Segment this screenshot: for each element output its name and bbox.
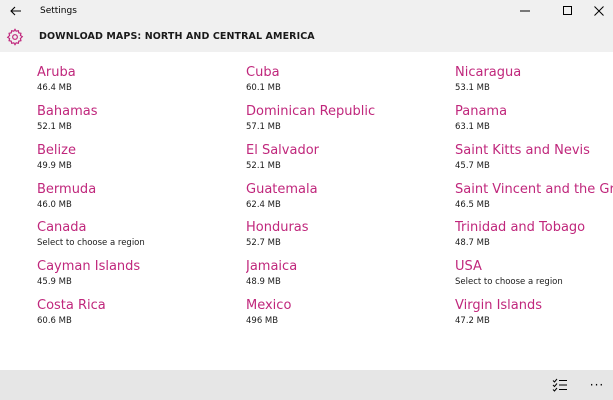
download-size: 45.7 MB	[455, 161, 490, 171]
country-name: Aruba	[37, 65, 76, 80]
more-button[interactable]: ···	[585, 374, 609, 396]
select-list-icon	[552, 378, 567, 392]
country-name: Guatemala	[246, 182, 318, 197]
minimize-button[interactable]	[511, 0, 539, 22]
list-item-costa-rica[interactable]: Costa Rica 60.6 MB	[37, 298, 205, 334]
country-name: El Salvador	[246, 143, 319, 158]
list-item-panama[interactable]: Panama 63.1 MB	[455, 104, 613, 140]
list-item-jamaica[interactable]: Jamaica 48.9 MB	[246, 259, 414, 295]
country-name: Cuba	[246, 65, 280, 80]
list-item-bahamas[interactable]: Bahamas 52.1 MB	[37, 104, 205, 140]
list-item-virgin-islands[interactable]: Virgin Islands 47.2 MB	[455, 298, 613, 334]
download-size: 57.1 MB	[246, 122, 281, 132]
country-name: Canada	[37, 220, 87, 235]
country-list: Aruba 46.4 MB Bahamas 52.1 MB Belize 49.…	[0, 52, 613, 370]
page-header: DOWNLOAD MAPS: NORTH AND CENTRAL AMERICA	[0, 22, 613, 52]
list-item-aruba[interactable]: Aruba 46.4 MB	[37, 65, 205, 101]
list-item-guatemala[interactable]: Guatemala 62.4 MB	[246, 182, 414, 218]
minimize-icon	[520, 10, 530, 12]
country-name: Bermuda	[37, 182, 97, 197]
download-size: 52.7 MB	[246, 238, 281, 248]
list-item-trinidad-and-tobago[interactable]: Trinidad and Tobago 48.7 MB	[455, 220, 613, 256]
list-item-cuba[interactable]: Cuba 60.1 MB	[246, 65, 414, 101]
country-name: Dominican Republic	[246, 104, 376, 119]
list-item-saint-vincent[interactable]: Saint Vincent and the Gr… 46.5 MB	[455, 182, 613, 218]
country-name: Virgin Islands	[455, 298, 543, 313]
gear-icon	[6, 28, 24, 46]
country-name: Panama	[455, 104, 508, 119]
region-hint: Select to choose a region	[37, 238, 145, 248]
close-icon	[594, 6, 604, 16]
select-button[interactable]	[548, 374, 572, 396]
country-name: Costa Rica	[37, 298, 106, 313]
download-size: 53.1 MB	[455, 83, 490, 93]
download-size: 46.0 MB	[37, 200, 72, 210]
download-size: 47.2 MB	[455, 316, 490, 326]
country-name: USA	[455, 259, 482, 274]
list-item-mexico[interactable]: Mexico 496 MB	[246, 298, 414, 334]
country-name: Saint Kitts and Nevis	[455, 143, 590, 158]
list-item-usa[interactable]: USA Select to choose a region	[455, 259, 613, 295]
download-size: 45.9 MB	[37, 277, 72, 287]
list-item-belize[interactable]: Belize 49.9 MB	[37, 143, 205, 179]
download-size: 60.6 MB	[37, 316, 72, 326]
download-size: 496 MB	[246, 316, 279, 326]
list-item-saint-kitts-and-nevis[interactable]: Saint Kitts and Nevis 45.7 MB	[455, 143, 613, 179]
download-size: 62.4 MB	[246, 200, 281, 210]
back-button[interactable]	[0, 0, 32, 22]
download-size: 46.4 MB	[37, 83, 72, 93]
country-name: Mexico	[246, 298, 292, 313]
maximize-button[interactable]	[554, 0, 582, 22]
list-item-bermuda[interactable]: Bermuda 46.0 MB	[37, 182, 205, 218]
country-name: Saint Vincent and the Gr…	[455, 182, 613, 197]
download-size: 52.1 MB	[37, 122, 72, 132]
country-name: Trinidad and Tobago	[455, 220, 586, 235]
country-name: Cayman Islands	[37, 259, 141, 274]
title-bar: Settings	[0, 0, 613, 22]
region-hint: Select to choose a region	[455, 277, 563, 287]
download-size: 48.9 MB	[246, 277, 281, 287]
country-name: Bahamas	[37, 104, 98, 119]
country-name: Honduras	[246, 220, 309, 235]
more-icon: ···	[589, 378, 605, 392]
list-item-canada[interactable]: Canada Select to choose a region	[37, 220, 205, 256]
country-name: Jamaica	[246, 259, 298, 274]
download-size: 52.1 MB	[246, 161, 281, 171]
country-name: Nicaragua	[455, 65, 522, 80]
download-size: 63.1 MB	[455, 122, 490, 132]
download-size: 46.5 MB	[455, 200, 490, 210]
back-arrow-icon	[10, 6, 21, 16]
country-name: Belize	[37, 143, 76, 158]
list-item-nicaragua[interactable]: Nicaragua 53.1 MB	[455, 65, 613, 101]
maximize-icon	[563, 6, 572, 15]
close-button[interactable]	[585, 0, 613, 22]
list-item-honduras[interactable]: Honduras 52.7 MB	[246, 220, 414, 256]
window-title: Settings	[40, 6, 77, 16]
download-size: 48.7 MB	[455, 238, 490, 248]
download-size: 60.1 MB	[246, 83, 281, 93]
list-item-el-salvador[interactable]: El Salvador 52.1 MB	[246, 143, 414, 179]
command-bar: ···	[0, 370, 613, 400]
download-size: 49.9 MB	[37, 161, 72, 171]
page-title: DOWNLOAD MAPS: NORTH AND CENTRAL AMERICA	[39, 31, 315, 42]
list-item-cayman-islands[interactable]: Cayman Islands 45.9 MB	[37, 259, 205, 295]
list-item-dominican-republic[interactable]: Dominican Republic 57.1 MB	[246, 104, 414, 140]
